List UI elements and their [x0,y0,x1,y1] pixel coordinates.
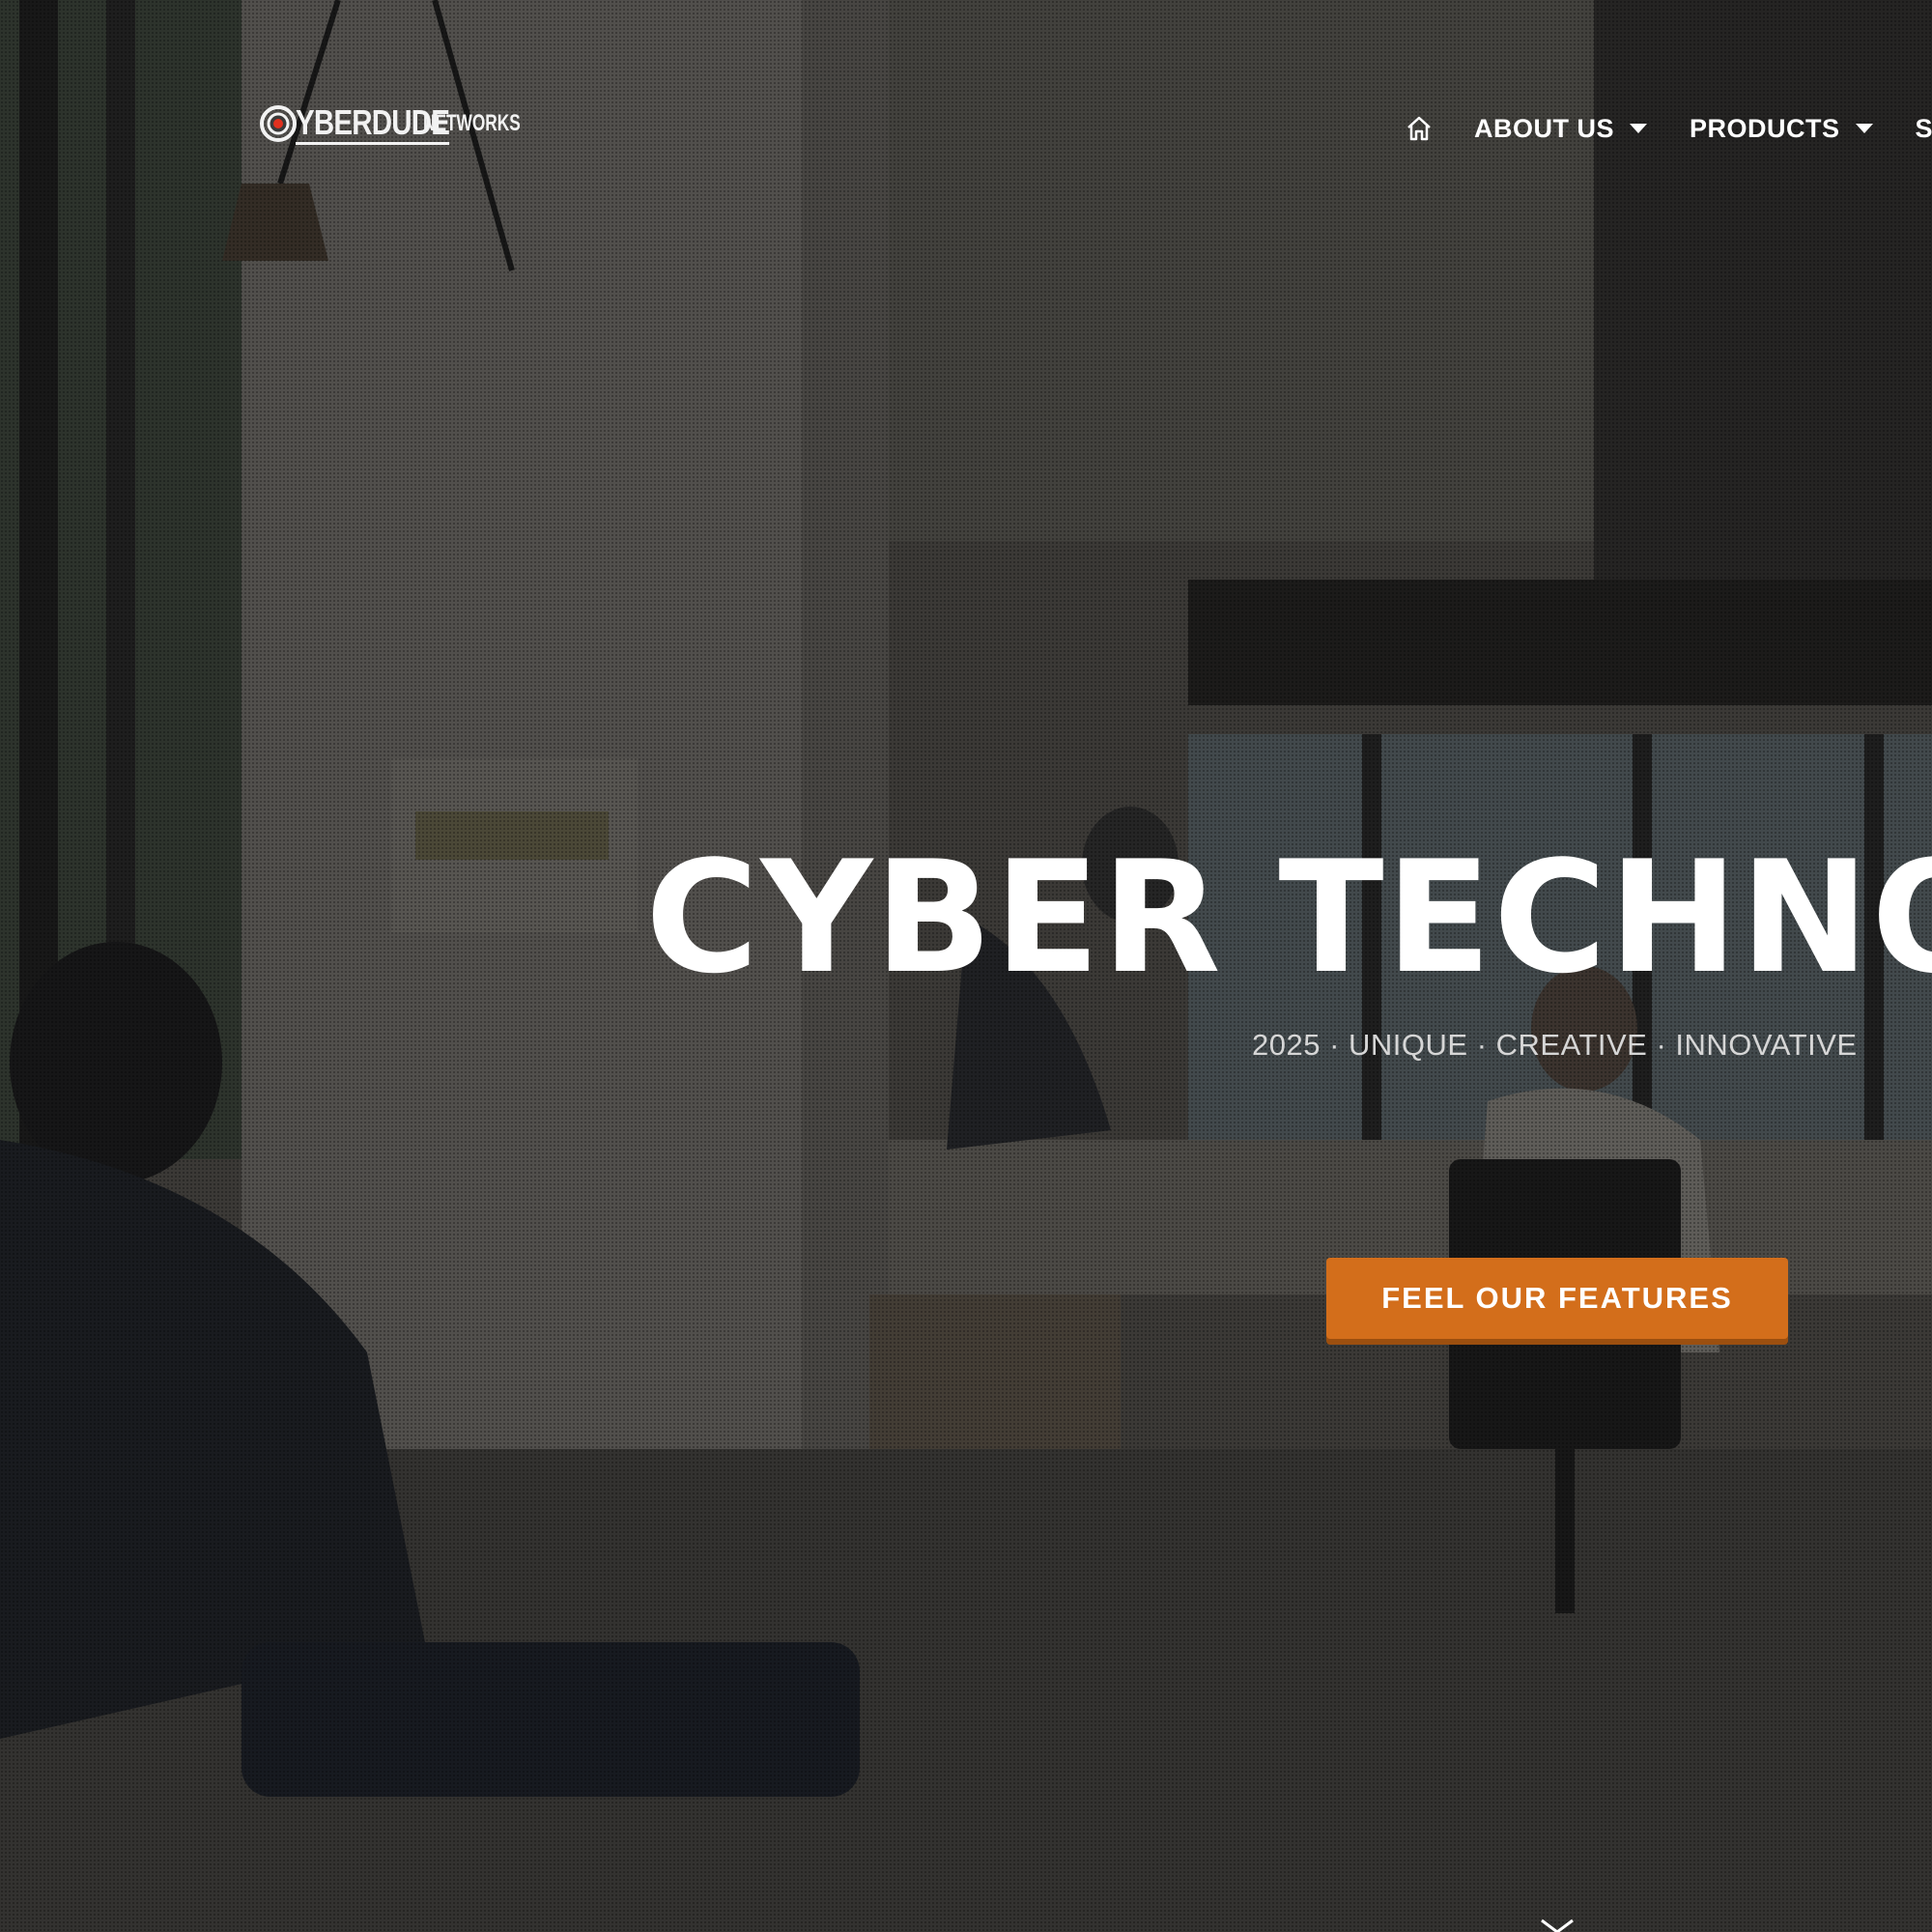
site-logo[interactable]: YBERDUDE NETWORKS [259,97,521,151]
caret-down-icon [1630,124,1647,133]
hero-section: YBERDUDE NETWORKS ABOUT US PRODUCTS S CY… [0,0,1932,1932]
nav-item-label: ABOUT US [1474,113,1614,143]
hero-headline: CYBER TECHNO [645,827,1932,1008]
feel-our-features-button[interactable]: FEEL OUR FEATURES [1326,1258,1788,1339]
nav-home-link[interactable] [1403,112,1435,145]
logo-target-icon [260,105,297,142]
chevron-down-icon[interactable] [1540,1918,1575,1932]
home-icon [1407,116,1431,141]
logo-subtitle: NETWORKS [423,110,521,136]
nav-item-truncated[interactable]: S [1916,114,1932,144]
hero-tagline: 2025 · UNIQUE · CREATIVE · INNOVATIVE [1252,1028,1858,1062]
nav-item-label: S [1915,113,1932,143]
nav-item-label: PRODUCTS [1690,113,1840,143]
caret-down-icon [1855,124,1873,133]
main-navigation: ABOUT US PRODUCTS S [1403,104,1932,153]
nav-item-products[interactable]: PRODUCTS [1690,114,1873,144]
nav-item-about-us[interactable]: ABOUT US [1474,114,1647,144]
